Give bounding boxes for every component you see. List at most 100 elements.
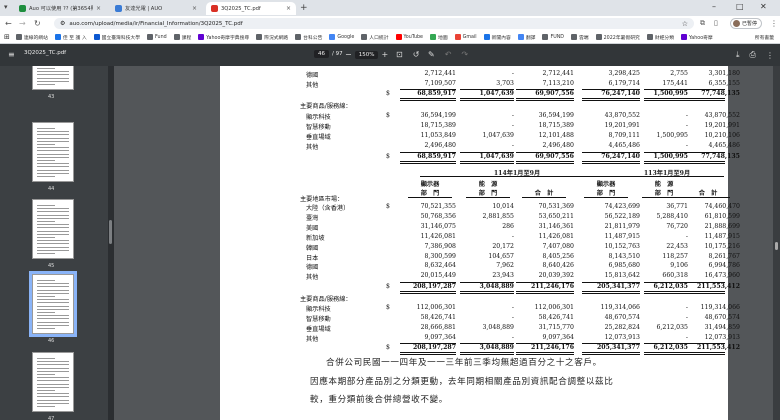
page-thumbnail[interactable]: [32, 352, 74, 412]
bookmark-item[interactable]: 地圖: [430, 34, 448, 41]
rule-line: [582, 343, 640, 344]
bookmark-item[interactable]: FUND: [542, 34, 564, 41]
apps-icon[interactable]: ⊞: [4, 33, 10, 41]
bookmark-star-icon[interactable]: ☆: [682, 20, 688, 28]
sidebar-toggle-icon[interactable]: ≡: [8, 50, 15, 59]
bookmark-icon: [430, 34, 437, 40]
bookmark-label: 連線的網站: [23, 35, 48, 41]
tab-search-icon[interactable]: ▾: [4, 3, 8, 11]
cell-value: -: [511, 314, 514, 321]
double-underline: [400, 98, 456, 99]
bookmark-item[interactable]: 連線的網站: [15, 34, 48, 41]
bookmark-item[interactable]: 2022年暑假研究: [595, 34, 640, 41]
tab-close-icon[interactable]: ×: [192, 5, 197, 12]
thumbnail-line: [37, 402, 69, 404]
bookmark-item[interactable]: Yahoo奇摩字典搜尋: [198, 34, 249, 41]
thumbnail-line: [37, 217, 69, 219]
double-underline: [582, 98, 640, 99]
page-thumbnail[interactable]: [29, 271, 77, 337]
cell-value: 36,594,199: [420, 112, 456, 119]
bookmark-item[interactable]: 際況式網路: [256, 34, 288, 41]
cell-value: 211,246,176: [530, 283, 574, 290]
page-thumbnail[interactable]: [32, 199, 74, 259]
double-underline: [460, 352, 514, 353]
page-number-input[interactable]: 46: [314, 50, 329, 58]
minimize-icon[interactable]: –: [712, 2, 716, 11]
tab-label: 3Q2025_TC.pdf: [221, 5, 261, 12]
menu-icon[interactable]: ⋮: [770, 19, 778, 28]
site-info-icon[interactable]: ⚙: [60, 20, 65, 27]
fit-page-icon[interactable]: ⊡: [396, 50, 403, 59]
page-thumbnail[interactable]: [32, 122, 74, 182]
bookmark-item[interactable]: 財經分類: [646, 34, 674, 41]
cell-value: 2,881,855: [482, 213, 515, 220]
cell-value: 18,715,389: [420, 122, 456, 129]
zoom-in-icon[interactable]: +: [381, 50, 388, 59]
bookmark-item[interactable]: 台科公告: [295, 34, 322, 41]
thumbnail-line: [37, 289, 69, 291]
bookmark-icon: [517, 34, 524, 40]
table-row: 顯示科技 $112,006,301-112,006,301 119,314,066-…: [220, 304, 740, 313]
sidepanel-icon[interactable]: ▯: [714, 19, 718, 27]
bookmark-item[interactable]: 新聞內容: [483, 34, 511, 41]
print-icon[interactable]: ⎙: [750, 50, 756, 60]
bookmark-item[interactable]: 翻譯: [517, 34, 535, 41]
tab-close-icon[interactable]: ×: [286, 5, 291, 12]
column-header: 能 源: [478, 181, 498, 188]
cell-value: 7,962: [496, 262, 514, 269]
reload-icon[interactable]: ↻: [34, 19, 41, 28]
undo-icon[interactable]: ↶: [445, 50, 452, 59]
bookmark-item[interactable]: 人口統計: [361, 34, 389, 41]
more-options-icon[interactable]: ⋮: [766, 51, 774, 60]
bookmark-icon: [595, 34, 602, 40]
bookmark-item[interactable]: Fund: [147, 34, 167, 41]
rotate-icon[interactable]: ↺: [413, 50, 420, 59]
cell-value: -: [511, 122, 514, 129]
bookmark-item[interactable]: Yahoo奇摩: [681, 34, 713, 41]
bookmark-icon: [646, 34, 653, 40]
close-window-icon[interactable]: ✕: [760, 2, 767, 11]
cell-value: 3,048,889: [479, 283, 514, 290]
tab[interactable]: 3Q2025_TC.pdf ×: [206, 2, 296, 15]
bookmark-item[interactable]: YouTube: [395, 34, 423, 41]
draw-icon[interactable]: ✎: [428, 50, 435, 59]
thumbnail-line: [37, 237, 55, 238]
bookmark-item[interactable]: 課程: [173, 34, 191, 41]
extensions-icon[interactable]: ⧉: [700, 19, 705, 28]
tab[interactable]: 友達光電 | AUO ×: [110, 2, 202, 15]
address-bar[interactable]: ⚙ auo.com/upload/media/ir/Financial_Info…: [54, 18, 694, 29]
bookmark-item[interactable]: 國立臺灣科技大學: [93, 34, 140, 41]
all-bookmarks[interactable]: 所有書籤: [750, 33, 774, 41]
cell-value: 12,073,913: [604, 334, 640, 341]
bookmark-item[interactable]: 佳 至 護 入: [54, 34, 87, 41]
double-underline: [582, 163, 640, 164]
bookmark-item[interactable]: 雲端: [571, 34, 589, 41]
tab-close-icon[interactable]: ×: [96, 5, 101, 12]
double-underline: [582, 161, 640, 162]
maximize-icon[interactable]: □: [736, 2, 744, 11]
cell-value: 6,994,786: [708, 262, 741, 269]
forward-icon[interactable]: →: [19, 19, 26, 28]
page-thumbnail[interactable]: [32, 66, 74, 90]
zoom-input[interactable]: 150%: [354, 50, 379, 59]
bookmark-label: Gmail: [462, 34, 477, 40]
download-icon[interactable]: ⤓: [736, 50, 740, 60]
bookmark-icon: [295, 34, 302, 40]
bookmark-item[interactable]: Google: [329, 34, 354, 41]
thumbnail-line: [37, 221, 55, 222]
row-label: 垂直場域: [306, 134, 331, 141]
sidebar-scrollbar-thumb[interactable]: [109, 220, 112, 244]
viewer-scrollbar-thumb[interactable]: [775, 242, 778, 250]
cell-value: 76,247,140: [601, 153, 640, 160]
row-label: 其他: [306, 144, 319, 151]
tab[interactable]: Auo 可以使用 ?? (第3654則) ×: [14, 2, 106, 15]
back-icon[interactable]: ←: [5, 19, 12, 28]
bookmark-item[interactable]: Gmail: [454, 34, 477, 41]
redo-icon[interactable]: ↷: [461, 50, 468, 59]
table-row: 新加坡 11,426,081-11,426,081 11,487,915-11,48…: [220, 233, 740, 242]
cell-value: 48,670,574: [704, 314, 740, 321]
new-tab-button[interactable]: +: [300, 3, 308, 13]
thumbnail-line: [37, 308, 69, 310]
zoom-out-icon[interactable]: −: [345, 50, 352, 59]
profile-button[interactable]: 已暫停: [730, 18, 763, 29]
